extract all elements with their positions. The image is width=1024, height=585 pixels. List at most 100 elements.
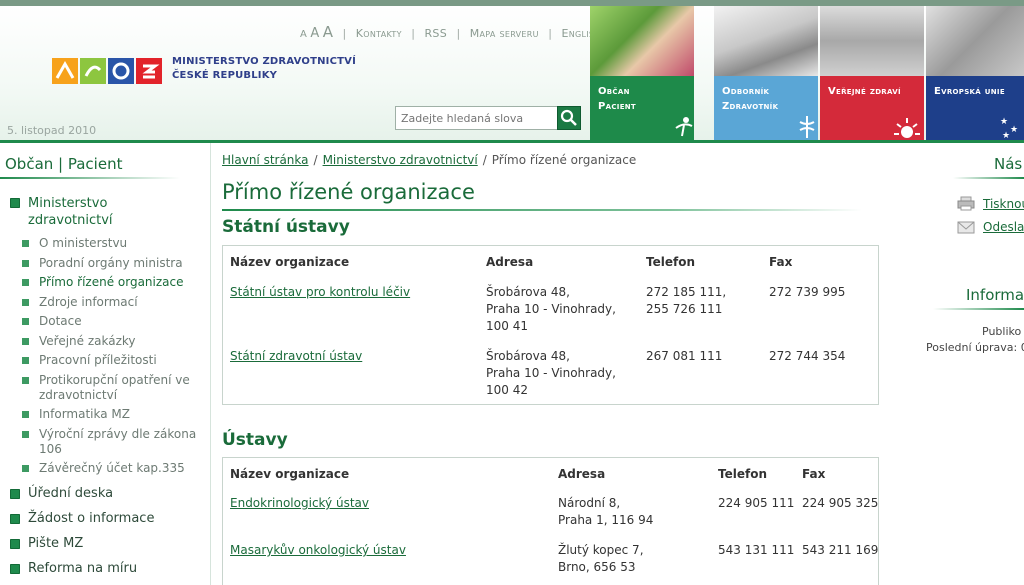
font-size-small-button[interactable]: A [300,29,307,40]
sidebar-item-informatika[interactable]: Informatika MZ [22,407,202,422]
address-cell: Šrobárova 48, Praha 10 - Vinohrady, 100 … [486,349,616,397]
sidebar-item-dotace[interactable]: Dotace [22,314,202,329]
bullet-icon [22,465,29,472]
rss-link[interactable]: RSS [424,27,447,40]
bullet-icon [22,279,29,286]
column-header: Fax [769,255,793,269]
bullet-icon [22,240,29,247]
fax-cell: 543 211 169 [802,543,879,557]
caduceus-icon [799,116,815,138]
phone-cell: 272 185 111, 255 726 111 [646,285,727,316]
bullet-icon [22,376,29,384]
column-header: Adresa [486,255,534,269]
current-date: 5. listopad 2010 [7,124,97,137]
fax-cell: 224 905 325 [802,496,879,510]
person-icon [675,117,693,137]
sidebar-item-piste-mz[interactable]: Pište MZ [10,535,154,552]
tile-odbornik-zdravotnik[interactable]: Odborník Zdravotník [714,6,818,140]
tile-caption: Veřejné zdraví [820,76,924,140]
sidebar-item-reforma-na-miru[interactable]: Reforma na míru [10,560,154,577]
sidebar-item-zdroje-informaci[interactable]: Zdroje informací [22,295,202,310]
sidebar-item-zadost-o-informace[interactable]: Žádost o informace [10,510,154,527]
organization-link[interactable]: Státní zdravotní ústav [230,348,362,365]
sidebar-item-verejne-zakazky[interactable]: Veřejné zakázky [22,334,202,349]
bullet-icon [10,514,20,524]
tile-caption: Odborník Zdravotník [714,76,818,140]
sidebar-sub-menu: O ministerstvu Poradní orgány ministra P… [22,236,202,481]
column-header: Fax [802,467,826,481]
bullet-icon [22,259,29,267]
info-heading-divider [933,308,1024,310]
doctor-photo [714,6,818,76]
title-divider [222,209,862,211]
family-photo [590,6,694,76]
search-form [395,106,585,130]
column-header: Telefon [646,255,695,269]
tile-caption: Občan Pacient [590,76,694,140]
people-photo [820,6,924,76]
sidebar-item-zaverecny-ucet[interactable]: Závěrečný účet kap.335 [22,461,202,476]
table-ustavy: Název organizace Adresa Telefon Fax Endo… [222,457,879,585]
sidebar-item-protikorupcni-opatreni[interactable]: Protikorupční opatření ve zdravotnictví [22,373,202,403]
font-size-large-button[interactable]: A [323,23,333,41]
sidebar-item-uredni-deska[interactable]: Úřední deska [10,485,154,502]
tile-verejne-zdravi[interactable]: Veřejné zdraví [820,6,924,140]
bullet-icon [22,357,29,364]
logo-orange-square-icon [52,58,78,84]
sitemap-link[interactable]: Mapa serveru [470,27,539,40]
bullet-icon [22,298,29,306]
sidebar-title: Občan | Pacient [5,155,123,173]
organization-link[interactable]: Endokrinologický ústav [230,495,369,512]
utility-bar: A A A | Kontakty | RSS | Mapa serveru | … [300,23,601,41]
section-title-ustavy: Ústavy [222,430,288,450]
sidebar-item-vyrocni-zpravy[interactable]: Výroční zprávy dle zákona 106 [22,427,202,457]
contacts-link[interactable]: Kontakty [356,27,402,40]
separator: | [456,27,461,40]
search-button[interactable] [557,106,581,130]
font-size-medium-button[interactable]: A [310,26,319,41]
breadcrumb-current: Přímo řízené organizace [491,153,637,167]
tools-heading: Nás [994,155,1023,173]
separator: | [342,27,347,40]
bullet-icon [22,337,29,345]
sidebar-item-poradni-organy[interactable]: Poradní orgány ministra [22,256,202,271]
organization-link[interactable]: Státní ústav pro kontrolu léčiv [230,284,410,301]
sidebar-item-ministerstvo[interactable]: Ministerstvo zdravotnictví [10,195,178,229]
ministry-logo[interactable] [52,58,164,84]
bullet-icon [10,489,20,499]
section-title-statni-ustavy: Státní ústavy [222,217,350,237]
main-content: Hlavní stránka / Ministerstvo zdravotnictv… [222,143,902,585]
tile-evropska-unie[interactable]: Evropská unie ★ ★ ★ [926,6,1024,140]
page-title: Přímo řízené organizace [222,180,475,204]
tools-heading-divider [953,177,1024,179]
bullet-icon [22,318,29,325]
search-input[interactable] [395,106,558,130]
printer-icon [957,196,975,211]
column-header: Telefon [718,467,767,481]
logo-blue-square-icon [108,58,134,84]
eu-stars-icon: ★★★ [1000,117,1018,140]
right-column: Nás Tisknou Odeslat Informa Publiko Posl… [903,143,1024,585]
sidebar-main-menu: Úřední deska Žádost o informace Pište MZ… [10,485,154,585]
bullet-icon [22,411,29,418]
sidebar-item-pracovni-prilezitosti[interactable]: Pracovní příležitosti [22,353,202,368]
search-icon [560,109,577,126]
svg-text:★: ★ [1010,125,1018,135]
sidebar-item-primo-rizene-organizace[interactable]: Přímo řízené organizace [22,275,202,290]
left-sidebar: Občan | Pacient Ministerstvo zdravotnict… [0,143,211,585]
sidebar-item-o-ministerstvu[interactable]: O ministerstvu [22,236,202,251]
organization-link[interactable]: Masarykův onkologický ústav [230,542,406,559]
send-link[interactable]: Odeslat [983,220,1024,234]
tile-obcan-pacient[interactable]: Občan Pacient [590,6,694,140]
logo-red-square-icon [136,58,162,84]
envelope-icon [957,221,975,234]
fax-cell: 272 744 354 [769,349,846,363]
breadcrumb-ministry-link[interactable]: Ministerstvo zdravotnictví [323,153,478,167]
breadcrumb-home-link[interactable]: Hlavní stránka [222,153,309,167]
column-header: Název organizace [230,255,350,269]
sidebar-title-divider [0,177,180,179]
svg-text:★: ★ [1000,117,1008,127]
print-link[interactable]: Tisknou [983,197,1024,211]
separator: | [411,27,415,40]
table-statni-ustavy: Název organizace Adresa Telefon Fax Stát… [222,245,879,405]
